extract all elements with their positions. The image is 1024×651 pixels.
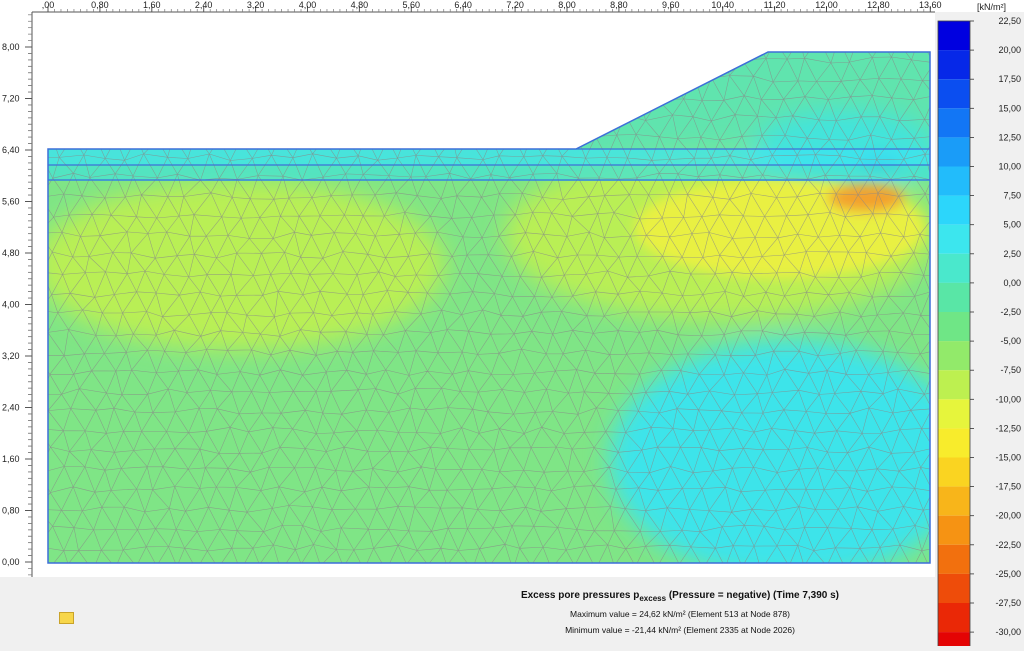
result-info: Excess pore pressures pexcess (Pressure …	[440, 590, 920, 635]
x-tick-label: 0,80	[91, 0, 109, 10]
legend-swatch	[938, 399, 970, 429]
y-tick-label: 5,60	[2, 197, 20, 207]
y-tick-label: 7,20	[2, 94, 20, 104]
legend-swatch	[938, 253, 970, 283]
y-tick-label: 6,40	[2, 145, 20, 155]
legend-swatch	[938, 312, 970, 342]
legend-swatch	[938, 457, 970, 487]
legend-swatch	[938, 544, 970, 574]
x-tick-label: 9,60	[662, 0, 680, 10]
y-tick-label: 0,80	[2, 506, 20, 516]
legend-swatch	[938, 486, 970, 516]
x-tick-label: 12,80	[867, 0, 890, 10]
legend-label: -27,50	[995, 598, 1021, 608]
legend-swatch	[938, 108, 970, 138]
contour-cyan-lower-right	[610, 340, 930, 563]
x-tick-label: 6,40	[454, 0, 472, 10]
y-tick-label: 8,00	[2, 42, 20, 52]
contour-orange	[828, 184, 904, 212]
legend-label: 10,00	[998, 162, 1021, 172]
legend-label: -2,50	[1000, 307, 1021, 317]
legend-label: -15,00	[995, 453, 1021, 463]
legend-label: -10,00	[995, 394, 1021, 404]
legend-label: -17,50	[995, 482, 1021, 492]
max-value-line: Maximum value = 24,62 kN/m² (Element 513…	[570, 609, 790, 619]
legend-label: -30,00	[995, 627, 1021, 637]
legend-swatch	[938, 50, 970, 80]
legend-label: 12,50	[998, 132, 1021, 142]
x-tick-label: 8,80	[610, 0, 628, 10]
x-tick-label: 1,60	[143, 0, 161, 10]
y-tick-label: 3,20	[2, 351, 20, 361]
legend-swatch	[938, 428, 970, 458]
x-tick-label: 8,00	[558, 0, 576, 10]
legend-swatch	[938, 166, 970, 196]
legend-label: -7,50	[1000, 365, 1021, 375]
legend-label: 5,00	[1003, 220, 1021, 230]
x-tick-label: 4,00	[299, 0, 317, 10]
legend-label: -25,00	[995, 569, 1021, 579]
legend-label: 15,00	[998, 103, 1021, 113]
plot-viewport[interactable]: ,00 0,80 1,60 2,40 3,20 4,00 4,80 5,60 6,40 7,20 8…	[0, 0, 1024, 651]
legend-swatch	[938, 370, 970, 400]
legend-swatch	[938, 341, 970, 371]
result-marker-icon[interactable]	[59, 612, 74, 624]
y-tick-label: 1,60	[2, 454, 20, 464]
legend-swatch	[938, 21, 970, 51]
legend-unit: [kN/m²]	[977, 2, 1006, 12]
contour-plot: ,00 0,80 1,60 2,40 3,20 4,00 4,80 5,60 6,40 7,20 8…	[0, 0, 1024, 651]
legend-label: -12,50	[995, 423, 1021, 433]
x-tick-label: 13,60	[919, 0, 942, 10]
legend-label: 17,50	[998, 74, 1021, 84]
y-tick-label: 4,80	[2, 248, 20, 258]
legend-label: -22,50	[995, 540, 1021, 550]
legend-label: 20,00	[998, 45, 1021, 55]
y-tick-label: 2,40	[2, 403, 20, 413]
result-title: Excess pore pressures pexcess (Pressure …	[520, 590, 840, 603]
legend-swatch	[938, 137, 970, 167]
x-tick-label: 11,20	[764, 0, 786, 10]
legend-swatch	[938, 282, 970, 312]
legend-label: 2,50	[1003, 249, 1021, 259]
legend-swatch	[938, 573, 970, 603]
legend-label: 0,00	[1003, 278, 1021, 288]
legend-label: -5,00	[1000, 336, 1021, 346]
x-tick-label: ,00	[42, 0, 55, 10]
legend-swatch	[938, 79, 970, 109]
legend-swatch	[938, 632, 970, 651]
min-value-line: Minimum value = -21,44 kN/m² (Element 23…	[565, 625, 795, 635]
y-tick-label: 4,00	[2, 300, 20, 310]
y-tick-label: 0,00	[2, 557, 20, 567]
x-tick-label: 10,40	[711, 0, 734, 10]
contour-yellowgreen-left	[48, 180, 445, 350]
x-tick-label: 5,60	[403, 0, 421, 10]
legend-label: 22,50	[998, 16, 1021, 26]
legend-swatch	[938, 515, 970, 545]
x-tick-label: 4,80	[351, 0, 369, 10]
color-legend: 22,50 20,00 17,50 15,00 12,50 10,00 7,50 5,00 2,…	[937, 16, 1021, 651]
x-tick-label: 3,20	[247, 0, 265, 10]
legend-swatch	[938, 224, 970, 254]
x-tick-label: 12,00	[815, 0, 838, 10]
legend-swatch	[938, 603, 970, 633]
legend-swatch	[938, 195, 970, 225]
x-tick-label: 7,20	[506, 0, 524, 10]
legend-label: -20,00	[995, 511, 1021, 521]
legend-label: 7,50	[1003, 191, 1021, 201]
x-tick-label: 2,40	[195, 0, 213, 10]
